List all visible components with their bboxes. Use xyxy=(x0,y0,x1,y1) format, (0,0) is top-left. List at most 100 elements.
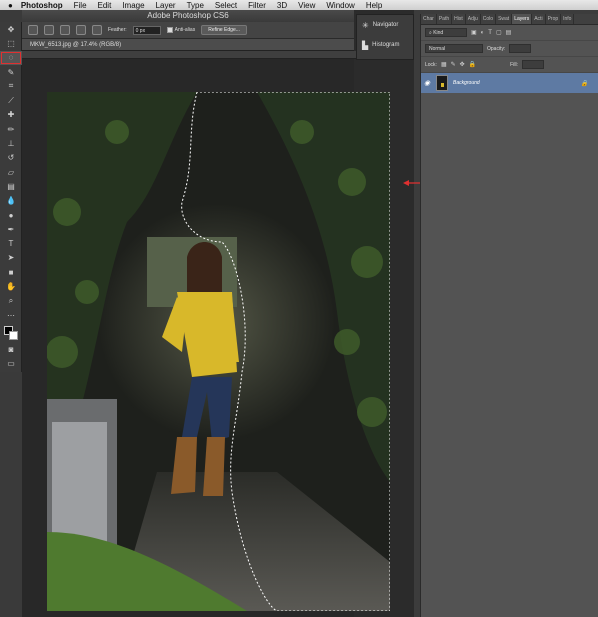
marquee-tool-icon[interactable]: ⬚ xyxy=(0,36,22,50)
lasso-tool-icon[interactable]: ◌ xyxy=(0,50,22,65)
refine-edge-button[interactable]: Refine Edge... xyxy=(201,25,247,35)
menu-3d[interactable]: 3D xyxy=(277,1,287,10)
intersect-selection-icon[interactable] xyxy=(92,25,102,35)
tab-paths[interactable]: Path xyxy=(437,14,453,24)
healing-tool-icon[interactable]: ✚ xyxy=(0,108,22,122)
menu-app[interactable]: Photoshop xyxy=(21,1,63,10)
lock-label: Lock: xyxy=(425,61,437,68)
menu-filter[interactable]: Filter xyxy=(248,1,266,10)
eyedropper-tool-icon[interactable]: ⟋ xyxy=(0,93,22,107)
layers-panel: Char Path Hist Adju Colo Swat Layers Act… xyxy=(420,14,598,617)
gradient-tool-icon[interactable]: ▤ xyxy=(0,179,22,193)
options-bar: Feather: 0 px Anti-alias Refine Edge... xyxy=(22,22,354,39)
brush-tool-icon[interactable]: ✏ xyxy=(0,122,22,136)
quick-mask-icon[interactable]: ◙ xyxy=(0,342,22,356)
background-color-icon[interactable] xyxy=(9,331,18,341)
lasso-preset-icon[interactable] xyxy=(28,25,38,35)
screen-mode-icon[interactable]: ▭ xyxy=(0,357,22,371)
tab-color[interactable]: Colo xyxy=(481,14,497,24)
document-tab[interactable]: MKW_6513.jpg @ 17.4% (RGB/8) xyxy=(22,39,354,51)
lock-row: Lock: ▦ ✎ ✥ 🔒 Fill: xyxy=(421,57,598,73)
apple-menu-icon[interactable]: ● xyxy=(8,1,13,10)
navigator-label: Navigator xyxy=(372,22,399,28)
menu-window[interactable]: Window xyxy=(326,1,354,10)
eye-icon[interactable]: ◉ xyxy=(421,79,433,87)
menu-image[interactable]: Image xyxy=(122,1,144,10)
tab-adjustments[interactable]: Adju xyxy=(466,14,481,24)
kind-label: Kind xyxy=(433,30,444,36)
pixel-filter-icon[interactable]: ▣ xyxy=(471,29,477,36)
hand-tool-icon[interactable]: ✋ xyxy=(0,279,22,293)
tab-swatches[interactable]: Swat xyxy=(496,14,513,24)
opacity-label: Opacity: xyxy=(487,45,506,52)
histogram-panel-button[interactable]: ▙ Histogram xyxy=(357,35,413,55)
type-tool-icon[interactable]: T xyxy=(0,236,22,250)
opacity-input[interactable] xyxy=(509,44,532,53)
blur-tool-icon[interactable]: 💧 xyxy=(0,194,22,208)
menu-layer[interactable]: Layer xyxy=(156,1,176,10)
color-swatches[interactable] xyxy=(0,322,21,342)
tab-character[interactable]: Char xyxy=(421,14,437,24)
layer-background[interactable]: ◉ Background 🔒 xyxy=(421,73,598,93)
lock-image-icon[interactable]: ✎ xyxy=(451,61,456,68)
layer-thumbnail xyxy=(436,75,448,91)
quick-select-tool-icon[interactable]: ✎ xyxy=(0,65,22,79)
zoom-tool-icon[interactable]: ⌕ xyxy=(0,294,22,308)
menu-bar: ● Photoshop File Edit Image Layer Type S… xyxy=(0,0,598,10)
lock-transparent-icon[interactable]: ▦ xyxy=(441,61,447,68)
navigator-panel-button[interactable]: ✳ Navigator xyxy=(357,15,413,35)
move-tool-icon[interactable]: ✥ xyxy=(0,22,22,36)
smart-filter-icon[interactable]: ▤ xyxy=(506,29,512,36)
navigator-icon: ✳ xyxy=(362,20,369,30)
menu-help[interactable]: Help xyxy=(366,1,382,10)
shape-filter-icon[interactable]: ▢ xyxy=(496,29,502,36)
search-icon: ⌕ xyxy=(429,30,432,36)
histogram-label: Histogram xyxy=(372,42,400,48)
photo-canvas[interactable] xyxy=(47,92,390,611)
feather-input[interactable]: 0 px xyxy=(132,25,161,35)
type-filter-icon[interactable]: T xyxy=(488,30,492,36)
fill-label: Fill: xyxy=(510,61,518,68)
kind-filter-select[interactable]: ⌕ Kind xyxy=(425,28,467,37)
antialias-label: Anti-alias xyxy=(174,27,196,33)
menu-edit[interactable]: Edit xyxy=(98,1,112,10)
stamp-tool-icon[interactable]: ⊥ xyxy=(0,136,22,150)
tab-properties[interactable]: Prop xyxy=(546,14,562,24)
panel-tabs: Char Path Hist Adju Colo Swat Layers Act… xyxy=(421,14,598,25)
menu-file[interactable]: File xyxy=(74,1,87,10)
fill-input[interactable] xyxy=(521,60,544,69)
document-window: MKW_6513.jpg @ 17.4% (RGB/8) xyxy=(22,39,408,617)
crop-tool-icon[interactable]: ⌗ xyxy=(0,79,22,93)
pen-tool-icon[interactable]: ✒ xyxy=(0,222,22,236)
path-select-tool-icon[interactable]: ➤ xyxy=(0,251,22,265)
menu-type[interactable]: Type xyxy=(187,1,204,10)
adjustment-filter-icon[interactable]: ◐ xyxy=(481,30,485,36)
tab-history[interactable]: Hist xyxy=(452,14,466,24)
antialias-checkbox[interactable]: Anti-alias xyxy=(166,27,196,33)
filter-row: ⌕ Kind ▣ ◐ T ▢ ▤ xyxy=(421,25,598,41)
subtract-selection-icon[interactable] xyxy=(76,25,86,35)
history-brush-tool-icon[interactable]: ↺ xyxy=(0,151,22,165)
extra-tool-icon[interactable]: ⋯ xyxy=(0,308,22,322)
menu-view[interactable]: View xyxy=(298,1,315,10)
tab-layers[interactable]: Layers xyxy=(512,14,533,24)
eraser-tool-icon[interactable]: ▱ xyxy=(0,165,22,179)
checkbox-icon xyxy=(166,27,173,33)
tab-actions[interactable]: Acti xyxy=(532,14,546,24)
collapsed-panels: ✳ Navigator ▙ Histogram xyxy=(356,14,414,60)
blend-row: Normal Opacity: xyxy=(421,41,598,57)
ruler xyxy=(22,51,408,59)
window-title: Adobe Photoshop CS6 xyxy=(22,10,354,22)
menu-select[interactable]: Select xyxy=(215,1,237,10)
lock-all-icon[interactable]: 🔒 xyxy=(469,61,476,68)
lock-position-icon[interactable]: ✥ xyxy=(460,61,465,68)
dodge-tool-icon[interactable]: ● xyxy=(0,208,22,222)
tab-info[interactable]: Info xyxy=(561,14,575,24)
layer-name: Background xyxy=(453,80,480,86)
add-selection-icon[interactable] xyxy=(60,25,70,35)
shape-tool-icon[interactable]: ■ xyxy=(0,265,22,279)
blend-mode-select[interactable]: Normal xyxy=(425,44,483,53)
new-selection-icon[interactable] xyxy=(44,25,54,35)
tools-panel: ✥ ⬚ ◌ ✎ ⌗ ⟋ ✚ ✏ ⊥ ↺ ▱ ▤ 💧 ● ✒ T ➤ ■ ✋ ⌕ … xyxy=(0,22,22,372)
histogram-icon: ▙ xyxy=(362,40,369,50)
